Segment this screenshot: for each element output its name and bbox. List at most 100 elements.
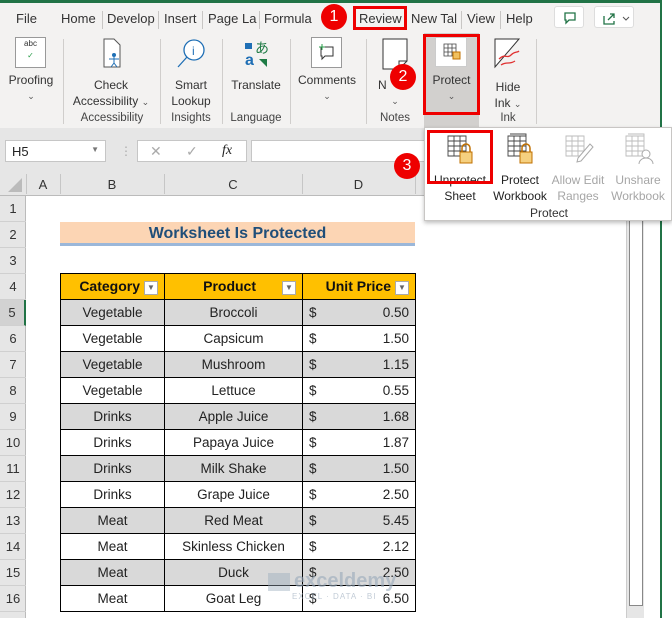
row-header[interactable]: 16 — [0, 586, 26, 612]
row-header[interactable]: 7 — [0, 352, 26, 378]
table-row: Drinks Papaya Juice $1.87 — [60, 429, 416, 456]
cell-unit-price[interactable]: $2.50 — [302, 481, 416, 508]
filter-dropdown-icon[interactable]: ▼ — [144, 280, 158, 295]
cell-category[interactable]: Meat — [60, 533, 165, 560]
smart-lookup-button[interactable]: i Smart Lookup — [166, 37, 216, 109]
insert-function-icon[interactable]: fx — [222, 143, 232, 159]
row-header[interactable]: 13 — [0, 508, 26, 534]
filter-dropdown-icon[interactable]: ▼ — [395, 280, 409, 295]
row-header[interactable]: 15 — [0, 560, 26, 586]
cell-category[interactable]: Vegetable — [60, 377, 165, 404]
cell-unit-price[interactable]: $0.50 — [302, 299, 416, 326]
cell-product[interactable]: Apple Juice — [164, 403, 303, 430]
currency-symbol: $ — [309, 539, 317, 554]
row-header[interactable]: 2 — [0, 222, 26, 248]
allow-edit-ranges-icon — [565, 135, 594, 163]
translate-button[interactable]: aあ Translate — [226, 37, 286, 93]
column-header-b[interactable]: B — [60, 177, 164, 192]
tab-insert[interactable]: Insert — [164, 11, 197, 26]
row-header[interactable]: 8 — [0, 378, 26, 404]
cell-product[interactable]: Broccoli — [164, 299, 303, 326]
tab-formulas[interactable]: Formula — [264, 11, 314, 26]
enter-icon[interactable]: ✓ — [186, 143, 198, 160]
cell-unit-price[interactable]: $1.50 — [302, 455, 416, 482]
accessibility-label: Accessibility — [72, 94, 139, 108]
scrollbar-thumb[interactable] — [629, 196, 643, 606]
filter-dropdown-icon[interactable]: ▼ — [282, 280, 296, 295]
tab-help[interactable]: Help — [506, 11, 533, 26]
cell-unit-price[interactable]: $1.15 — [302, 351, 416, 378]
name-box[interactable]: H5 ▼ — [5, 140, 106, 162]
cell-category[interactable]: Drinks — [60, 403, 165, 430]
select-all-icon[interactable] — [8, 178, 24, 192]
svg-text:あ: あ — [255, 40, 269, 56]
cell-product[interactable]: Grape Juice — [164, 481, 303, 508]
column-header-d[interactable]: D — [302, 177, 415, 192]
cell-product[interactable]: Skinless Chicken — [164, 533, 303, 560]
comments-group-button[interactable]: Comments ⌄ — [294, 37, 360, 104]
tab-new-tab[interactable]: New Tal — [411, 11, 457, 26]
cell-product[interactable]: Mushroom — [164, 351, 303, 378]
cell-category[interactable]: Vegetable — [60, 325, 165, 352]
row-header[interactable]: 3 — [0, 248, 26, 274]
cell-category[interactable]: Meat — [60, 559, 165, 586]
tab-page-layout[interactable]: Page La — [208, 11, 258, 26]
cell-product[interactable]: Milk Shake — [164, 455, 303, 482]
tab-view[interactable]: View — [467, 11, 495, 26]
cell-product[interactable]: Lettuce — [164, 377, 303, 404]
row-header[interactable]: 1 — [0, 196, 26, 222]
chevron-down-icon: ⌄ — [391, 96, 399, 106]
row-header[interactable]: 4 — [0, 274, 26, 300]
tab-file[interactable]: File — [16, 11, 37, 26]
row-header-selected[interactable]: 5 — [0, 300, 26, 326]
svg-text:a: a — [245, 52, 254, 69]
header-label: Unit Price — [325, 278, 391, 295]
cell-category[interactable]: Vegetable — [60, 299, 165, 326]
column-header-a[interactable]: A — [26, 177, 60, 192]
cell-unit-price[interactable]: $1.87 — [302, 429, 416, 456]
currency-symbol: $ — [309, 357, 317, 372]
row-header[interactable]: 9 — [0, 404, 26, 430]
cell-product[interactable]: Capsicum — [164, 325, 303, 352]
comments-button[interactable] — [554, 6, 584, 28]
column-header-c[interactable]: C — [164, 177, 302, 192]
hide-ink-button[interactable]: Hide Ink ⌄ — [486, 37, 530, 112]
cell-category[interactable]: Vegetable — [60, 351, 165, 378]
check-accessibility-button[interactable]: Check Accessibility ⌄ — [68, 37, 154, 110]
chevron-down-icon: ⌄ — [323, 91, 331, 101]
cell-product[interactable]: Papaya Juice — [164, 429, 303, 456]
cell-unit-price[interactable]: $5.45 — [302, 507, 416, 534]
share-icon — [603, 13, 630, 25]
menu-label: Protect — [500, 173, 539, 187]
proofing-button[interactable]: abc ✓ Proofing ⌄ — [4, 37, 58, 104]
row-header[interactable]: 12 — [0, 482, 26, 508]
tab-home[interactable]: Home — [61, 11, 96, 26]
cell-unit-price[interactable]: $0.55 — [302, 377, 416, 404]
cell-unit-price[interactable]: $1.50 — [302, 325, 416, 352]
drag-handle-icon[interactable]: ⋮ — [120, 144, 132, 158]
unshare-workbook-button[interactable]: Unshare Workbook — [607, 130, 669, 204]
chevron-down-icon: ⌄ — [141, 97, 150, 107]
cell-unit-price[interactable]: $1.68 — [302, 403, 416, 430]
share-button[interactable] — [594, 6, 634, 28]
protect-workbook-button[interactable]: Protect Workbook — [489, 130, 551, 204]
cell-unit-price[interactable]: $2.12 — [302, 533, 416, 560]
cell-category[interactable]: Drinks — [60, 429, 165, 456]
cancel-icon[interactable]: ✕ — [150, 143, 162, 160]
menu-label: Sheet — [444, 189, 476, 203]
tab-developer[interactable]: Develop — [107, 11, 157, 26]
tab-divider — [102, 11, 103, 29]
allow-edit-ranges-button[interactable]: Allow Edit Ranges — [547, 130, 609, 204]
svg-text:i: i — [192, 44, 195, 58]
row-header[interactable]: 10 — [0, 430, 26, 456]
cell-category[interactable]: Meat — [60, 585, 165, 612]
row-header[interactable]: 14 — [0, 534, 26, 560]
row-header[interactable]: 6 — [0, 326, 26, 352]
cell-category[interactable]: Meat — [60, 507, 165, 534]
cell-category[interactable]: Drinks — [60, 455, 165, 482]
step-badge-3: 3 — [394, 153, 420, 179]
cell-category[interactable]: Drinks — [60, 481, 165, 508]
price-value: 1.15 — [382, 357, 409, 372]
row-header[interactable]: 11 — [0, 456, 26, 482]
cell-product[interactable]: Red Meat — [164, 507, 303, 534]
